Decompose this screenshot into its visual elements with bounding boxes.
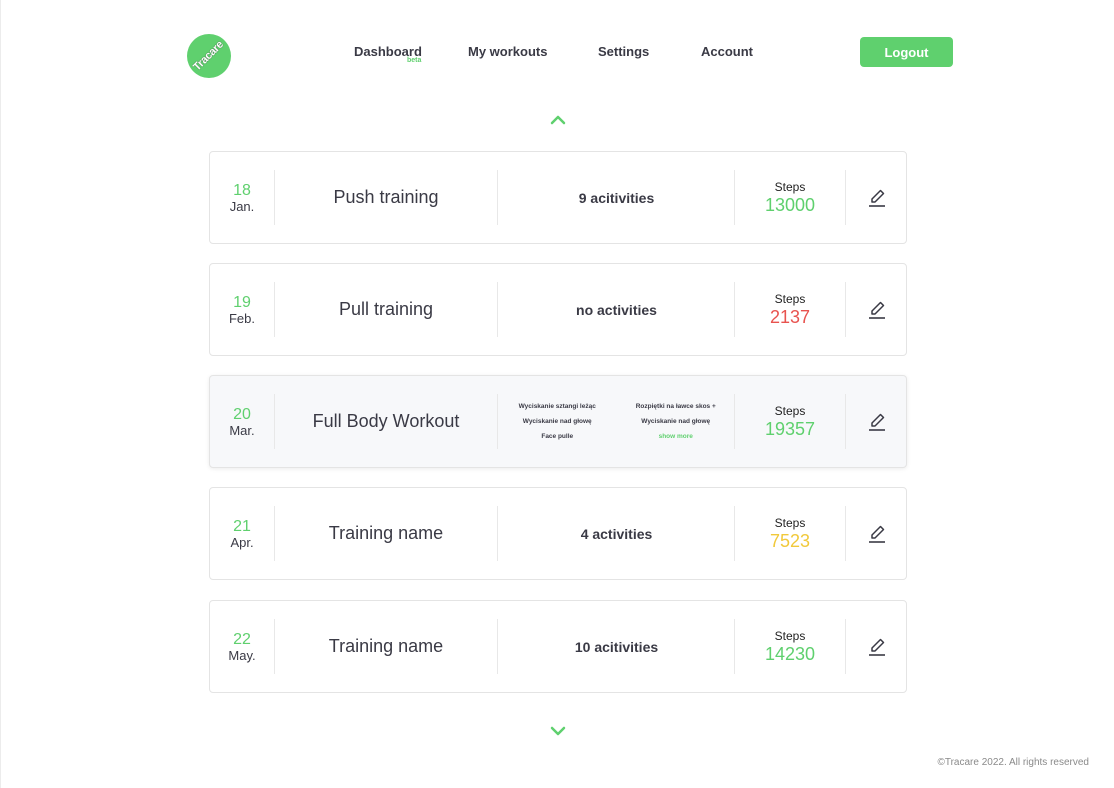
workout-name: Push training — [333, 187, 439, 207]
workout-name: Training name — [328, 636, 444, 656]
workout-activities: 9 acitivities — [498, 170, 735, 225]
steps-value: 7523 — [769, 530, 811, 551]
workout-name: Training name — [328, 523, 444, 543]
workout-month: Jan. — [229, 198, 255, 214]
workout-month: Feb. — [228, 310, 255, 326]
workout-card[interactable]: 21 Apr. Training name 4 activities Steps… — [209, 487, 907, 580]
activity-item: Face pulle — [541, 433, 574, 440]
edit-cell — [845, 394, 908, 449]
workout-steps: Steps 14230 — [735, 619, 845, 674]
workout-date: 18 Jan. — [210, 170, 274, 225]
pencil-icon[interactable] — [866, 523, 888, 545]
workout-name-cell: Training name — [274, 619, 498, 674]
workout-day: 22 — [233, 630, 251, 648]
activity-item: Wyciskanie sztangi leżąc — [518, 403, 596, 410]
steps-label: Steps — [774, 628, 806, 643]
workout-date: 22 May. — [210, 619, 274, 674]
workout-month: May. — [228, 647, 256, 663]
show-more-link[interactable]: show more — [617, 433, 736, 440]
workout-month: Apr. — [230, 534, 254, 550]
edit-cell — [845, 506, 908, 561]
chevron-down-icon[interactable] — [550, 726, 566, 736]
workout-card[interactable]: 18 Jan. Push training 9 acitivities Step… — [209, 151, 907, 244]
workout-name: Full Body Workout — [312, 411, 460, 431]
nav-my-workouts[interactable]: My workouts — [468, 44, 547, 59]
edit-cell — [845, 170, 908, 225]
steps-value: 19357 — [764, 418, 816, 439]
workout-day: 19 — [233, 293, 251, 311]
workout-steps: Steps 2137 — [735, 282, 845, 337]
nav-account[interactable]: Account — [701, 44, 753, 59]
workout-activities: 4 activities — [498, 506, 735, 561]
workout-day: 21 — [233, 517, 251, 535]
workout-date: 20 Mar. — [210, 394, 274, 449]
workout-name-cell: Full Body Workout — [274, 394, 498, 449]
chevron-up-icon[interactable] — [550, 115, 566, 125]
workout-day: 20 — [233, 405, 251, 423]
activities-count: 4 activities — [580, 525, 653, 542]
pencil-icon[interactable] — [866, 299, 888, 321]
workout-steps: Steps 13000 — [735, 170, 845, 225]
workout-card[interactable]: 22 May. Training name 10 acitivities Ste… — [209, 600, 907, 693]
pencil-icon[interactable] — [866, 411, 888, 433]
nav-settings[interactable]: Settings — [598, 44, 649, 59]
steps-label: Steps — [774, 291, 806, 306]
beta-badge: beta — [407, 57, 422, 64]
workout-month: Mar. — [229, 422, 255, 438]
activity-item: Rozpiętki na ławce skos + — [635, 403, 716, 410]
steps-label: Steps — [774, 179, 806, 194]
activities-count: 9 acitivities — [578, 189, 655, 206]
workout-steps: Steps 7523 — [735, 506, 845, 561]
edit-cell — [845, 282, 908, 337]
steps-label: Steps — [774, 515, 806, 530]
workout-name-cell: Push training — [274, 170, 498, 225]
activity-item: Wyciskanie nad głowę — [522, 418, 592, 425]
activities-count: no activities — [576, 301, 657, 318]
pencil-icon[interactable] — [866, 636, 888, 658]
footer-copyright: ©Tracare 2022. All rights reserved — [937, 757, 1089, 768]
workout-activities: no activities — [498, 282, 735, 337]
activity-grid: Wyciskanie sztangi leżąc Rozpiętki na ław… — [498, 403, 735, 440]
workout-steps: Steps 19357 — [735, 394, 845, 449]
steps-label: Steps — [774, 403, 806, 418]
steps-value: 14230 — [764, 643, 816, 664]
pencil-icon[interactable] — [866, 187, 888, 209]
workout-activities: 10 acitivities — [498, 619, 735, 674]
logout-button[interactable]: Logout — [860, 37, 953, 67]
workout-date: 21 Apr. — [210, 506, 274, 561]
workout-date: 19 Feb. — [210, 282, 274, 337]
workout-card[interactable]: 19 Feb. Pull training no activities Step… — [209, 263, 907, 356]
workout-name-cell: Training name — [274, 506, 498, 561]
workout-activities: Wyciskanie sztangi leżąc Rozpiętki na ław… — [498, 394, 735, 449]
activities-count: 10 acitivities — [574, 638, 659, 655]
workout-name-cell: Pull training — [274, 282, 498, 337]
workout-name: Pull training — [338, 299, 434, 319]
edit-cell — [845, 619, 908, 674]
activity-item: Wyciskanie nad głowę — [641, 418, 711, 425]
steps-value: 2137 — [769, 306, 811, 327]
workout-card[interactable]: 20 Mar. Full Body Workout Wyciskanie szt… — [209, 375, 907, 468]
steps-value: 13000 — [764, 194, 816, 215]
workout-day: 18 — [233, 181, 251, 199]
